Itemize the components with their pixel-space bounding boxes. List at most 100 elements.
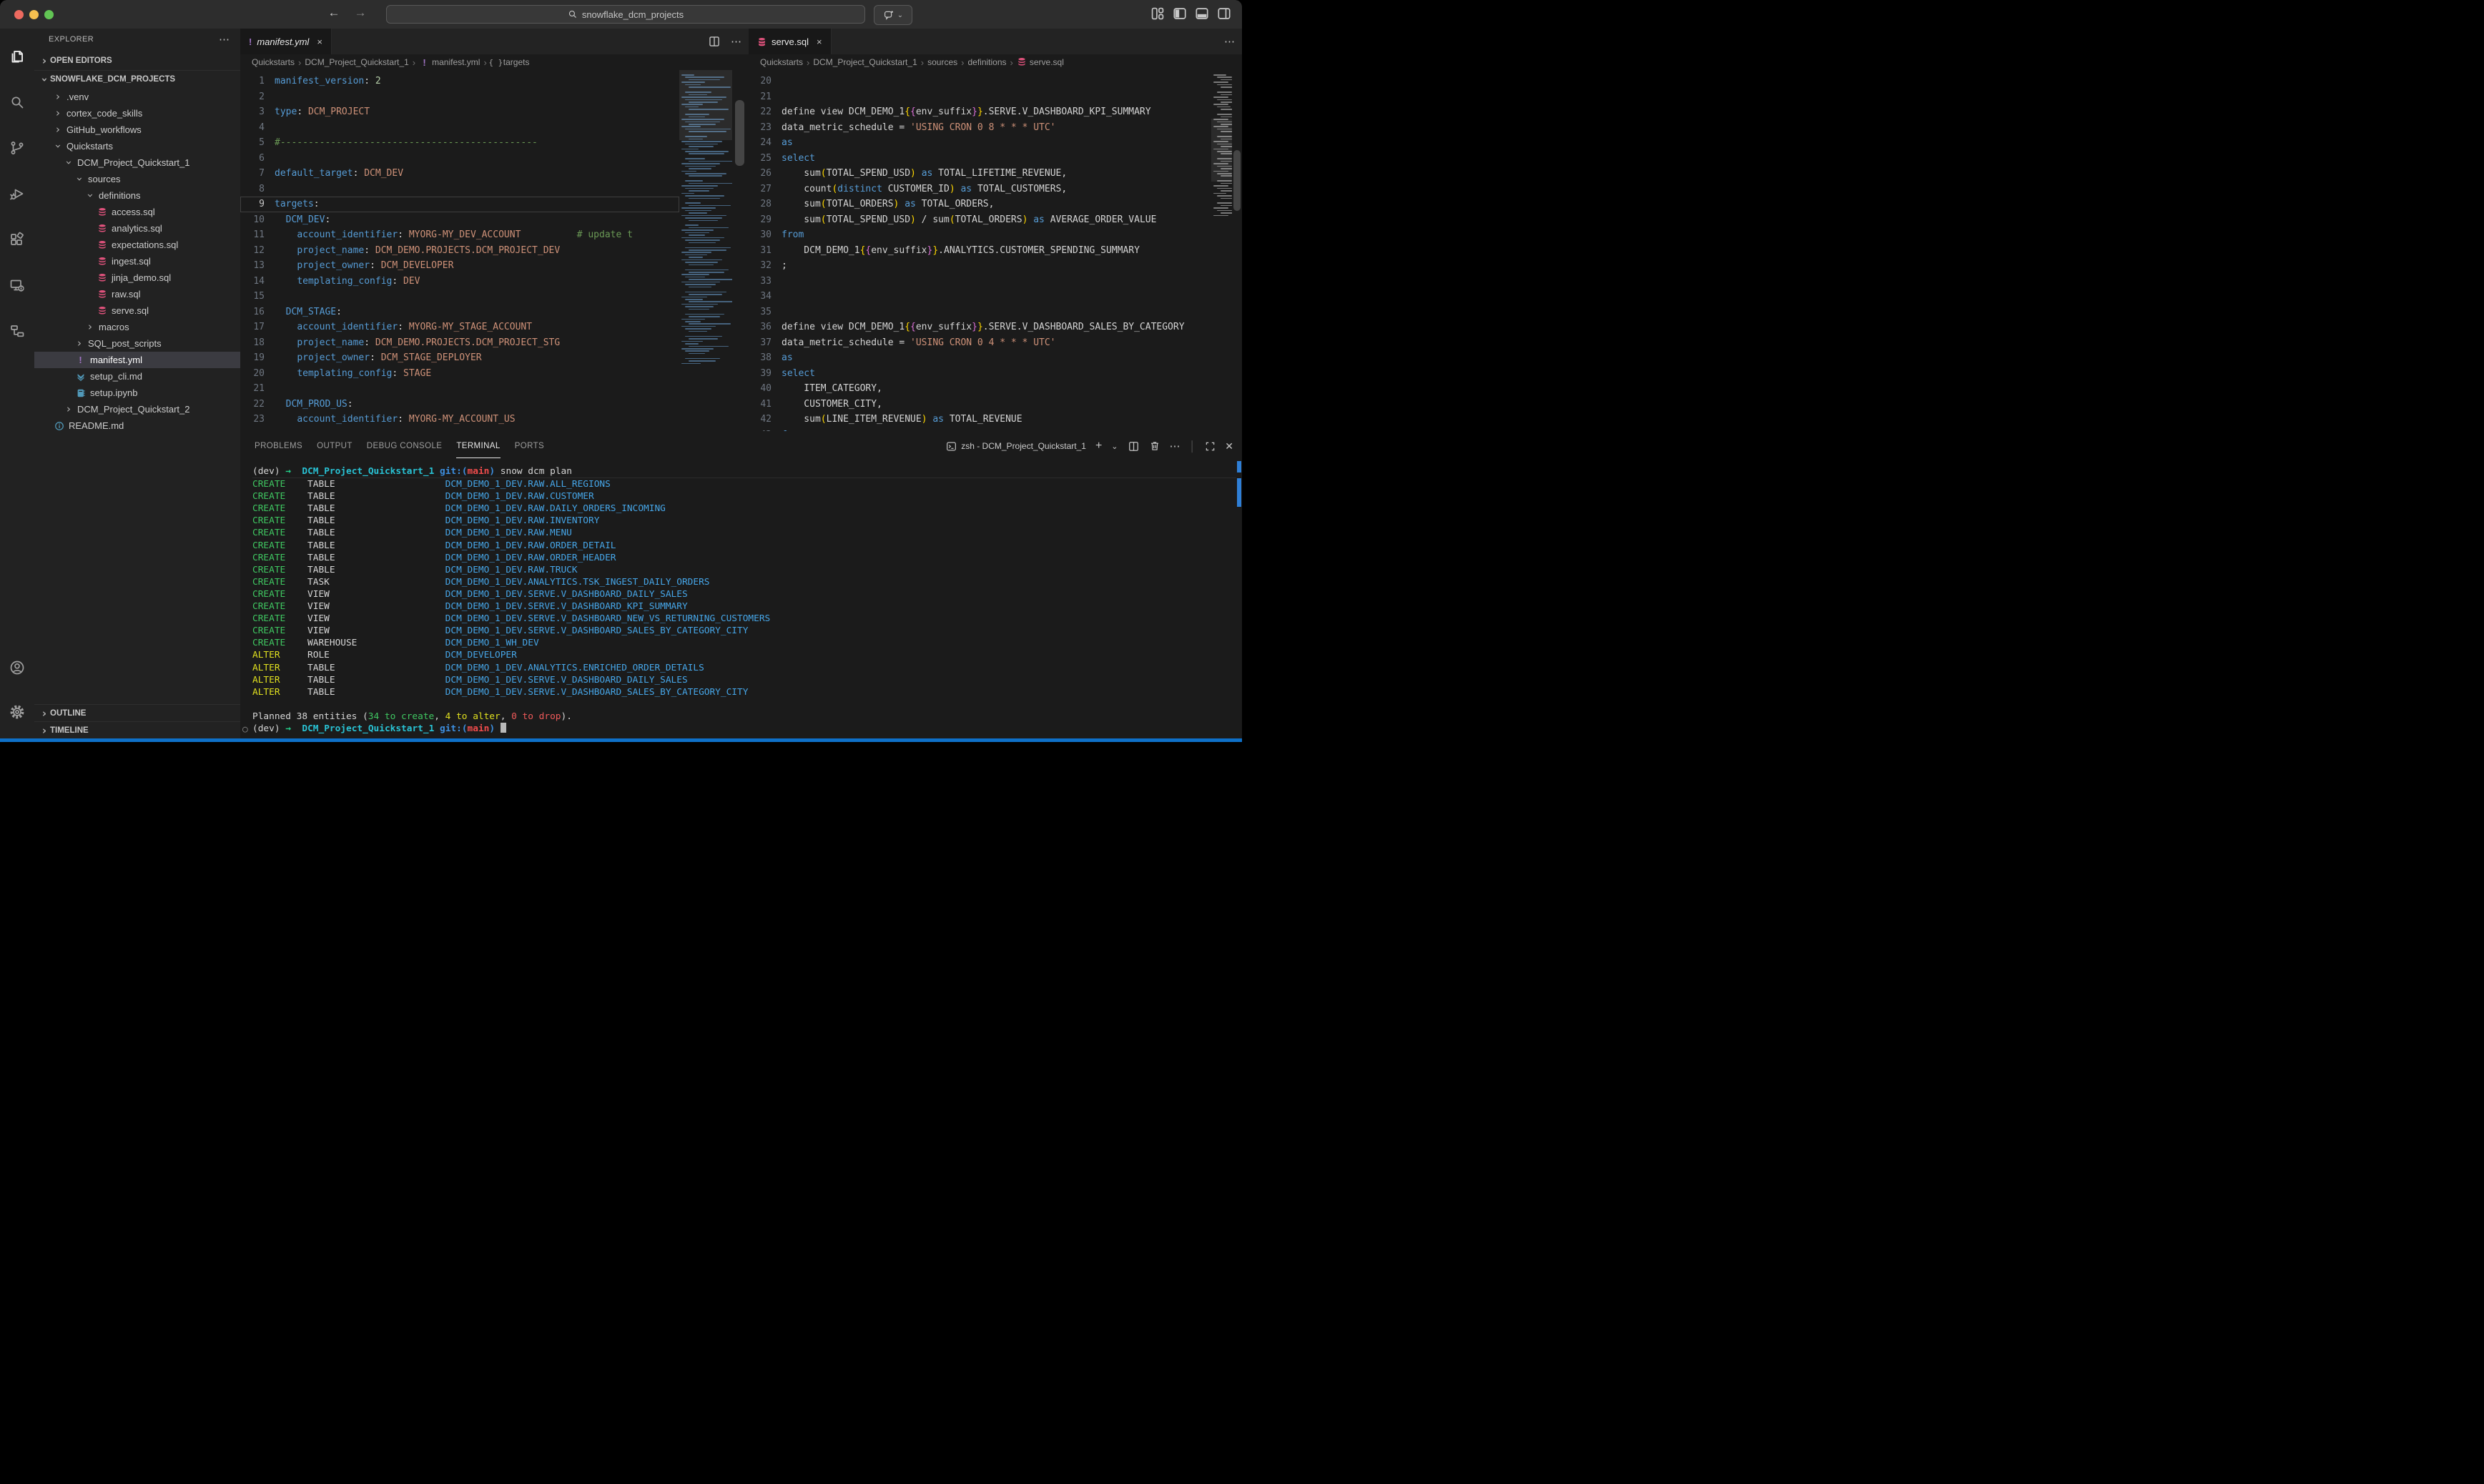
- breadcrumb-item[interactable]: Quickstarts: [252, 57, 295, 67]
- tree-item-analytics-sql[interactable]: analytics.sql: [34, 220, 240, 237]
- code-line-16[interactable]: 16 DCM_STAGE:: [240, 305, 679, 320]
- breadcrumb-item[interactable]: DCM_Project_Quickstart_1: [305, 57, 408, 67]
- code-line-26[interactable]: 26 sum(TOTAL_SPEND_USD) as TOTAL_LIFETIM…: [749, 166, 1211, 182]
- panel-tab-output[interactable]: OUTPUT: [317, 431, 353, 461]
- breadcrumb-item[interactable]: { }targets: [491, 57, 530, 67]
- tree-item-ingest-sql[interactable]: ingest.sql: [34, 253, 240, 269]
- code-line-31[interactable]: 31 DCM_DEMO_1{{env_suffix}}.ANALYTICS.CU…: [749, 243, 1211, 259]
- tree-item-definitions[interactable]: ›definitions: [34, 187, 240, 204]
- toggle-primary-sidebar-icon[interactable]: [1172, 6, 1189, 23]
- new-terminal-icon[interactable]: +: [1095, 440, 1102, 452]
- activity-search-icon[interactable]: [0, 84, 34, 120]
- code-line-40[interactable]: 40 ITEM_CATEGORY,: [749, 381, 1211, 397]
- code-line-30[interactable]: 30from: [749, 227, 1211, 243]
- activity-remote-explorer-icon[interactable]: [0, 267, 34, 303]
- tree-item-github-workflows[interactable]: ›GitHub_workflows: [34, 122, 240, 138]
- code-line-38[interactable]: 38as: [749, 350, 1211, 366]
- breadcrumb-item[interactable]: Quickstarts: [760, 57, 803, 67]
- kill-terminal-icon[interactable]: [1149, 440, 1160, 452]
- code-line-28[interactable]: 28 sum(TOTAL_ORDERS) as TOTAL_ORDERS,: [749, 197, 1211, 212]
- open-editors-section[interactable]: › OPEN EDITORS: [34, 51, 240, 71]
- more-actions-icon[interactable]: ⋯: [1170, 440, 1181, 452]
- outline-section[interactable]: › OUTLINE: [34, 704, 240, 722]
- tree-item--venv[interactable]: ›.venv: [34, 89, 240, 105]
- code-line-39[interactable]: 39select: [749, 366, 1211, 382]
- tree-item-sources[interactable]: ›sources: [34, 171, 240, 187]
- minimap[interactable]: [679, 70, 732, 431]
- code-line-18[interactable]: 18 project_name: DCM_DEMO.PROJECTS.DCM_P…: [240, 335, 679, 351]
- chevron-down-icon[interactable]: ⌄: [1111, 442, 1118, 451]
- editor-scrollbar[interactable]: [732, 70, 749, 431]
- tree-item-manifest-yml[interactable]: !manifest.yml: [34, 352, 240, 368]
- code-line-2[interactable]: 2: [240, 89, 679, 105]
- panel-tab-debug-console[interactable]: DEBUG CONSOLE: [367, 431, 443, 461]
- code-line-13[interactable]: 13 project_owner: DCM_DEVELOPER: [240, 258, 679, 274]
- code-line-17[interactable]: 17 account_identifier: MYORG-MY_STAGE_AC…: [240, 320, 679, 335]
- tree-item-sql-post-scripts[interactable]: ›SQL_post_scripts: [34, 335, 240, 352]
- workspace-root-section[interactable]: › SNOWFLAKE_DCM_PROJECTS: [34, 71, 240, 88]
- activity-account-icon[interactable]: [0, 650, 34, 686]
- breadcrumb-item[interactable]: !manifest.yml: [419, 57, 480, 68]
- traffic-zoom-button[interactable]: [44, 10, 54, 19]
- tree-item-jinja-demo-sql[interactable]: jinja_demo.sql: [34, 269, 240, 286]
- code-line-33[interactable]: 33: [749, 274, 1211, 290]
- more-actions-icon[interactable]: ⋯: [1224, 35, 1235, 48]
- code-line-23[interactable]: 23data_metric_schedule = 'USING CRON 0 8…: [749, 120, 1211, 136]
- code-line-25[interactable]: 25select: [749, 151, 1211, 167]
- tree-item-macros[interactable]: ›macros: [34, 319, 240, 335]
- terminal-instance[interactable]: zsh - DCM_Project_Quickstart_1: [946, 441, 1086, 452]
- code-line-19[interactable]: 19 project_owner: DCM_STAGE_DEPLOYER: [240, 350, 679, 366]
- activity-explorer-icon[interactable]: [0, 39, 34, 74]
- code-line-14[interactable]: 14 templating_config: DEV: [240, 274, 679, 290]
- code-line-11[interactable]: 11 account_identifier: MYORG-MY_DEV_ACCO…: [240, 227, 679, 243]
- close-icon[interactable]: ×: [817, 36, 822, 47]
- code-line-22[interactable]: 22 DCM_PROD_US:: [240, 397, 679, 412]
- code-line-1[interactable]: 1manifest_version: 2: [240, 74, 679, 89]
- tab-manifest-yml[interactable]: ! manifest.yml ×: [240, 29, 332, 54]
- terminal-output[interactable]: (dev) → DCM_Project_Quickstart_1 git:(ma…: [240, 461, 1236, 738]
- code-line-21[interactable]: 21: [240, 381, 679, 397]
- more-actions-icon[interactable]: ⋯: [219, 33, 230, 46]
- breadcrumb-item[interactable]: definitions: [967, 57, 1006, 67]
- code-line-27[interactable]: 27 count(distinct CUSTOMER_ID) as TOTAL_…: [749, 182, 1211, 197]
- code-line-12[interactable]: 12 project_name: DCM_DEMO.PROJECTS.DCM_P…: [240, 243, 679, 259]
- history-back-button[interactable]: ←: [325, 6, 342, 20]
- maximize-panel-icon[interactable]: [1205, 441, 1216, 452]
- tree-item-expectations-sql[interactable]: expectations.sql: [34, 237, 240, 253]
- code-line-23[interactable]: 23 account_identifier: MYORG-MY_ACCOUNT_…: [240, 412, 679, 427]
- history-forward-button[interactable]: →: [352, 6, 369, 20]
- tree-item-quickstarts[interactable]: ›Quickstarts: [34, 138, 240, 154]
- code-line-32[interactable]: 32;: [749, 258, 1211, 274]
- traffic-close-button[interactable]: [14, 10, 24, 19]
- close-panel-icon[interactable]: ✕: [1225, 440, 1233, 452]
- editor-scrollbar[interactable]: [1232, 70, 1242, 431]
- code-line-20[interactable]: 20: [749, 74, 1211, 89]
- split-editor-icon[interactable]: [708, 35, 721, 48]
- code-line-5[interactable]: 5#--------------------------------------…: [240, 135, 679, 151]
- code-line-6[interactable]: 6: [240, 151, 679, 167]
- code-line-36[interactable]: 36define view DCM_DEMO_1{{env_suffix}}.S…: [749, 320, 1211, 335]
- command-center-search[interactable]: snowflake_dcm_projects: [386, 5, 865, 24]
- code-editor-manifest[interactable]: 1manifest_version: 223type: DCM_PROJECT4…: [240, 70, 679, 431]
- code-line-4[interactable]: 4: [240, 120, 679, 136]
- code-line-15[interactable]: 15: [240, 289, 679, 305]
- panel-tab-ports[interactable]: PORTS: [515, 431, 544, 461]
- activity-extensions-icon[interactable]: [0, 222, 34, 257]
- tab-serve-sql[interactable]: serve.sql ×: [749, 29, 832, 54]
- tree-item-cortex-code-skills[interactable]: ›cortex_code_skills: [34, 105, 240, 122]
- panel-tab-terminal[interactable]: TERMINAL: [456, 431, 500, 461]
- code-editor-serve[interactable]: 202122define view DCM_DEMO_1{{env_suffix…: [749, 70, 1211, 431]
- breadcrumb-item[interactable]: DCM_Project_Quickstart_1: [813, 57, 917, 67]
- tree-item-setup-ipynb[interactable]: setup.ipynb: [34, 385, 240, 401]
- code-line-9[interactable]: 9targets:: [240, 197, 679, 212]
- tree-item-setup-cli-md[interactable]: setup_cli.md: [34, 368, 240, 385]
- breadcrumb-item[interactable]: serve.sql: [1017, 57, 1064, 67]
- code-line-41[interactable]: 41 CUSTOMER_CITY,: [749, 397, 1211, 412]
- split-terminal-icon[interactable]: [1128, 440, 1140, 452]
- code-line-21[interactable]: 21: [749, 89, 1211, 105]
- toggle-panel-icon[interactable]: [1194, 6, 1211, 23]
- activity-settings-gear-icon[interactable]: [0, 694, 34, 730]
- code-line-7[interactable]: 7default_target: DCM_DEV: [240, 166, 679, 182]
- tree-item-raw-sql[interactable]: raw.sql: [34, 286, 240, 302]
- activity-hierarchy-icon[interactable]: [0, 313, 34, 349]
